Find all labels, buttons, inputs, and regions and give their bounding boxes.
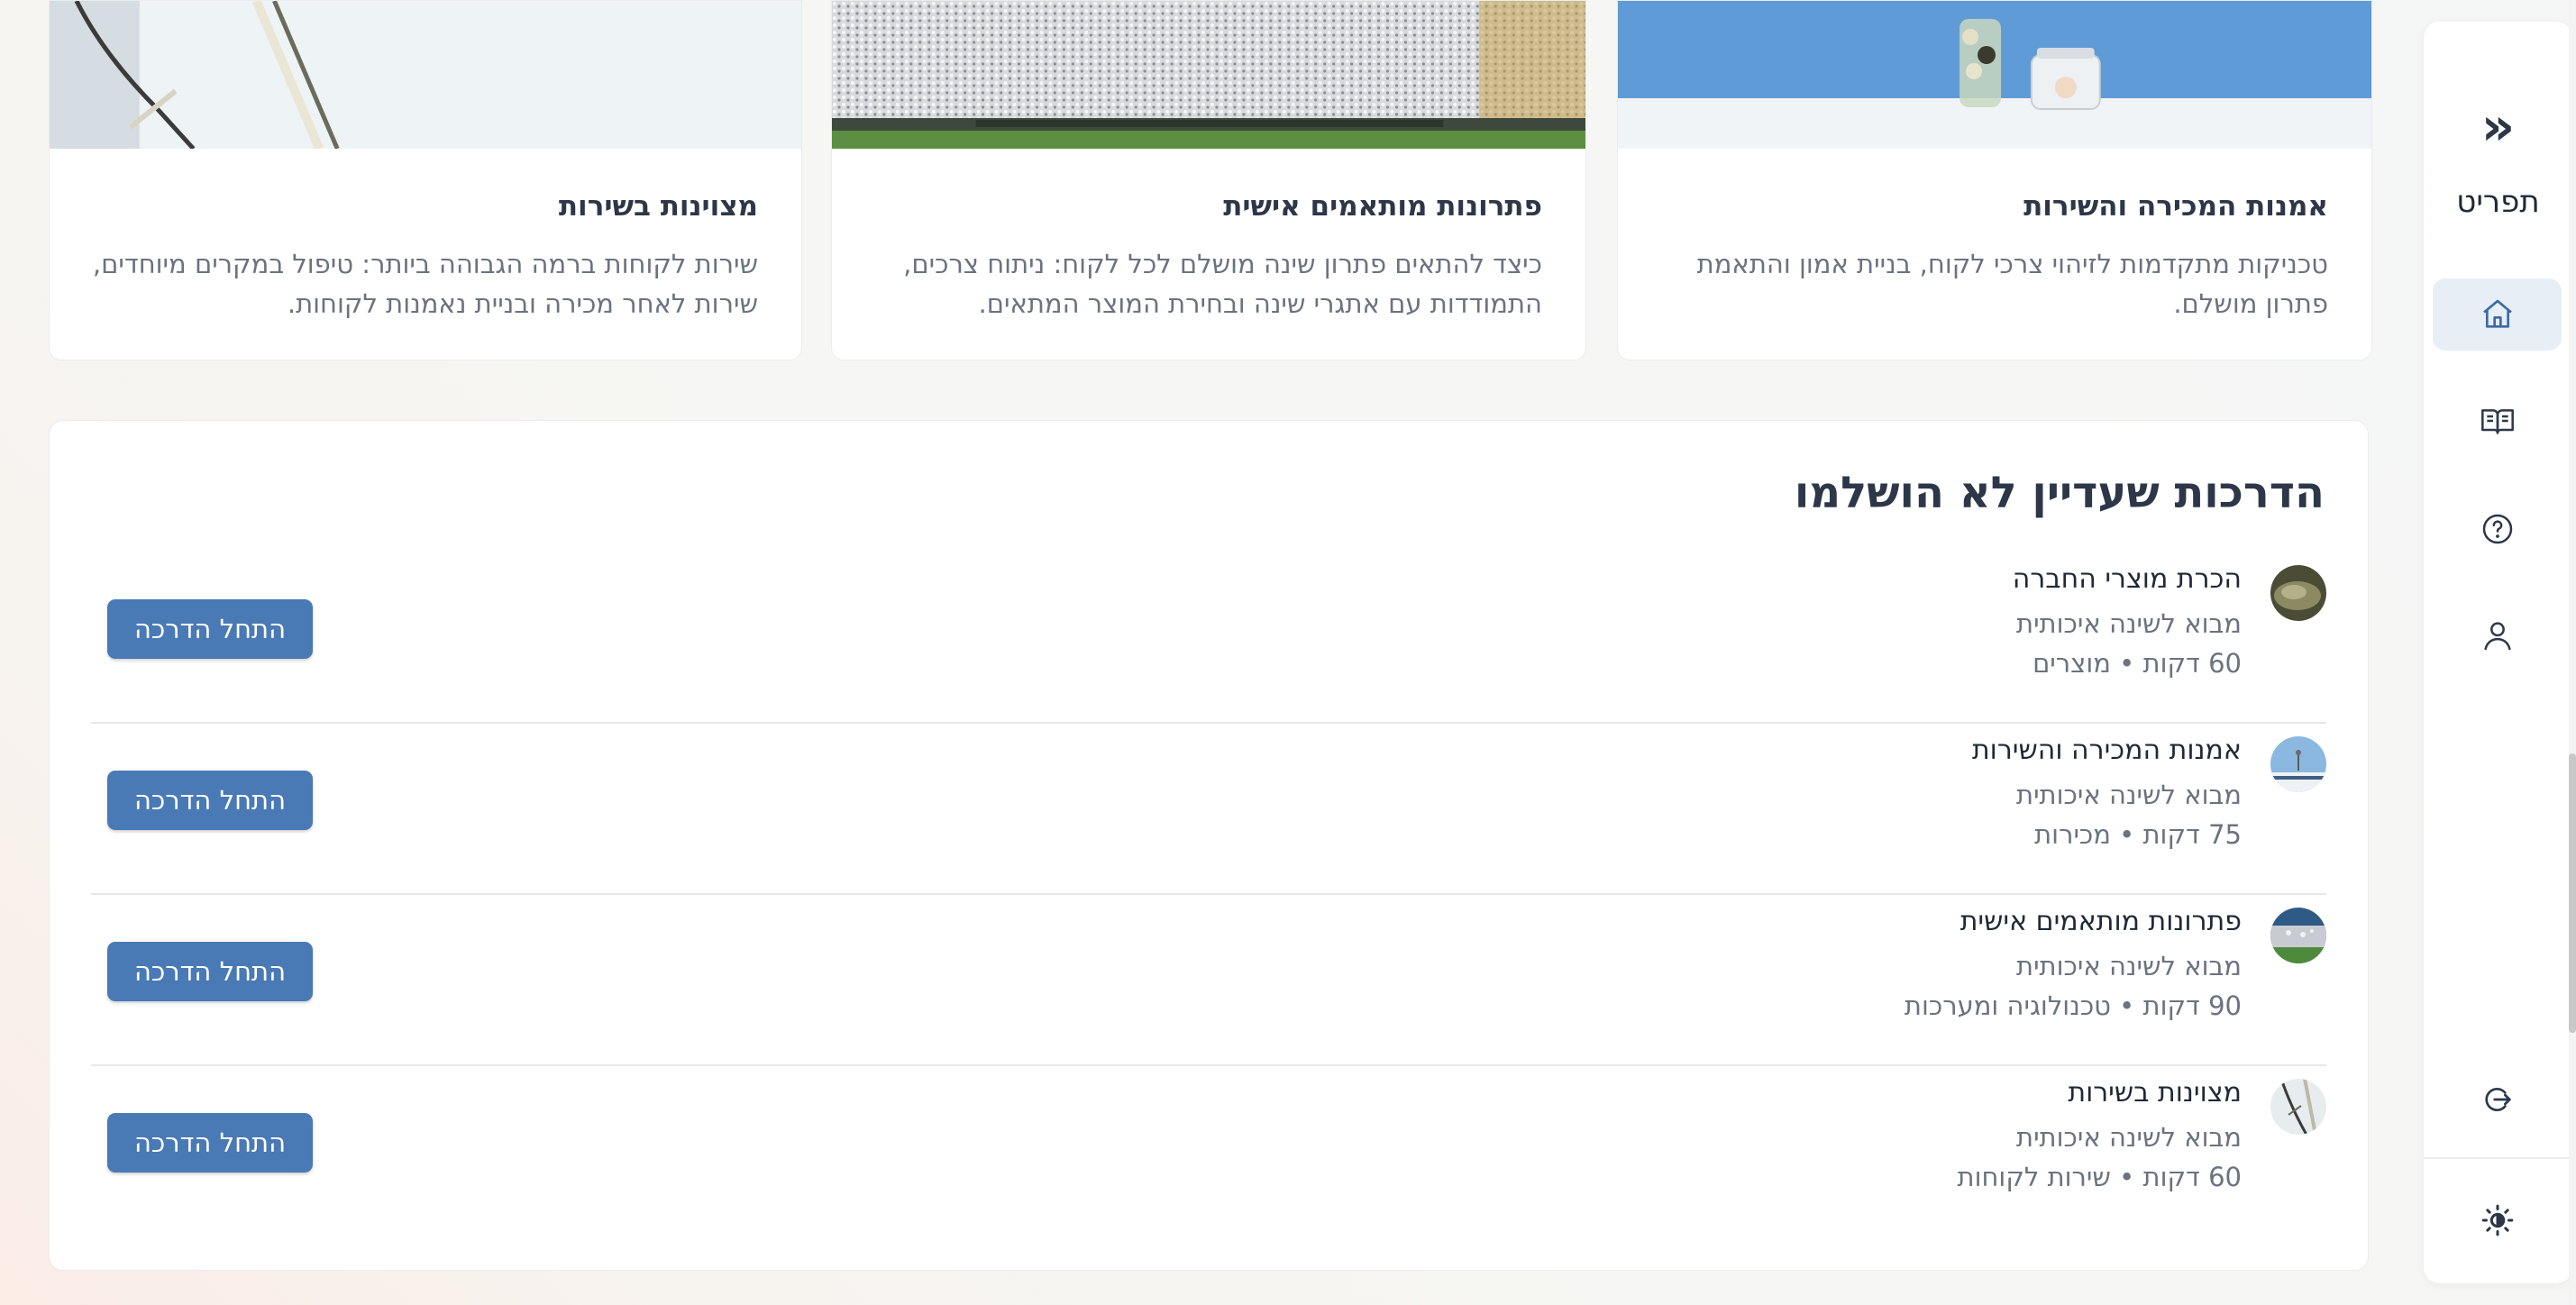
training-title: פתרונות מותאמים אישית <box>1959 906 2242 937</box>
course-card-title: אמנות המכירה והשירות <box>2023 190 2328 223</box>
sidebar-title: תפריט <box>2456 184 2540 220</box>
section-title: הדרכות שעדיין לא הושלמו <box>1794 468 2325 518</box>
course-card-image <box>50 1 801 149</box>
incomplete-trainings-section: הדרכות שעדיין לא הושלמו הכרת מוצרי החברה… <box>49 420 2369 1271</box>
user-icon <box>2483 622 2511 651</box>
theme-toggle-icon <box>2481 1204 2513 1237</box>
training-meta: 75 דקות • מכירות <box>2034 819 2242 850</box>
training-thumbnail <box>2270 736 2326 792</box>
training-thumbnail <box>2270 565 2326 621</box>
training-meta: 90 דקות • טכנולוגיה ומערכות <box>1904 990 2242 1021</box>
theme-toggle-button[interactable] <box>2433 1184 2562 1256</box>
course-card-description: שירות לקוחות ברמה הגבוהה ביותר: טיפול במ… <box>92 249 758 319</box>
start-training-button[interactable]: התחל הדרכה <box>107 942 313 1001</box>
sidebar-item-profile[interactable] <box>2433 599 2562 671</box>
training-row: מצוינות בשירות מבוא לשינה איכותית 60 דקו… <box>91 1066 2326 1237</box>
start-training-button[interactable]: התחל הדרכה <box>107 1113 313 1173</box>
sidebar: « תפריט <box>2424 22 2572 1283</box>
course-card-image <box>832 1 1585 149</box>
course-card[interactable]: פתרונות מותאמים אישית כיצד להתאים פתרון … <box>831 0 1586 360</box>
start-training-button[interactable]: התחל הדרכה <box>107 599 313 659</box>
course-card[interactable]: אמנות המכירה והשירות טכניקות מתקדמות לזי… <box>1617 0 2372 360</box>
scrollbar[interactable] <box>2569 0 2576 1305</box>
book-icon <box>2480 409 2514 434</box>
course-card-description: טכניקות מתקדמות לזיהוי צרכי לקוח, בניית … <box>1696 249 2328 319</box>
training-thumbnail <box>2270 1079 2326 1135</box>
training-row: פתרונות מותאמים אישית מבוא לשינה איכותית… <box>91 895 2326 1066</box>
help-icon <box>2482 514 2512 544</box>
sidebar-item-home[interactable] <box>2433 278 2562 351</box>
course-card-description: כיצד להתאים פתרון שינה מושלם לכל לקוח: נ… <box>903 249 1542 319</box>
training-meta: 60 דקות • שירות לקוחות <box>1957 1162 2242 1192</box>
training-row: אמנות המכירה והשירות מבוא לשינה איכותית … <box>91 724 2326 895</box>
course-card-image <box>1618 1 2371 149</box>
training-subtitle: מבוא לשינה איכותית <box>2016 951 2242 981</box>
logout-icon <box>2484 1088 2511 1111</box>
training-subtitle: מבוא לשינה איכותית <box>2016 1122 2242 1153</box>
training-title: הכרת מוצרי החברה <box>2012 563 2242 595</box>
sidebar-item-courses[interactable] <box>2433 385 2562 457</box>
course-card-title: פתרונות מותאמים אישית <box>1223 190 1542 223</box>
training-title: אמנות המכירה והשירות <box>1971 735 2242 766</box>
sidebar-divider <box>2424 1157 2572 1159</box>
course-card[interactable]: מצוינות בשירות שירות לקוחות ברמה הגבוהה … <box>49 0 802 360</box>
double-chevron-icon: « <box>2480 96 2516 157</box>
sidebar-item-help[interactable] <box>2433 493 2562 565</box>
training-row: הכרת מוצרי החברה מבוא לשינה איכותית 60 ד… <box>91 552 2326 724</box>
course-card-title: מצוינות בשירות <box>558 190 758 223</box>
training-subtitle: מבוא לשינה איכותית <box>2016 780 2242 810</box>
training-subtitle: מבוא לשינה איכותית <box>2016 608 2242 639</box>
training-meta: 60 דקות • מוצרים <box>2032 648 2242 679</box>
home-icon <box>2482 299 2512 328</box>
collapse-sidebar-button[interactable]: « <box>2424 99 2572 153</box>
training-title: מצוינות בשירות <box>2068 1077 2242 1109</box>
sidebar-item-logout[interactable] <box>2433 1063 2562 1136</box>
training-thumbnail <box>2270 908 2326 963</box>
start-training-button[interactable]: התחל הדרכה <box>107 771 313 830</box>
scrollbar-thumb[interactable] <box>2569 753 2576 1033</box>
